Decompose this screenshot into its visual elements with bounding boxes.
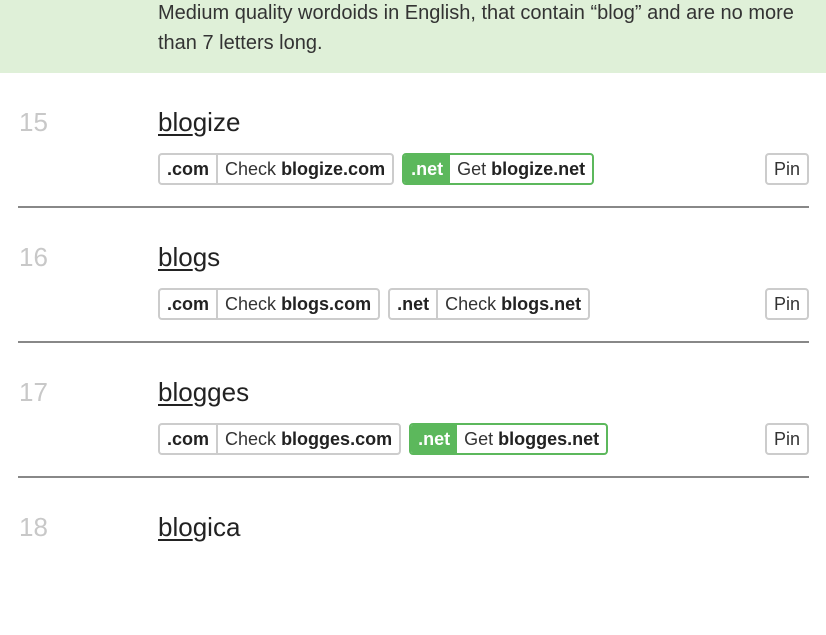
- entry-divider: [18, 476, 809, 478]
- domain-list: .com Check blogize.com .net Get blogize.…: [158, 153, 595, 185]
- word-highlight: blo: [158, 512, 193, 542]
- word-rest: gize: [192, 107, 241, 137]
- entry-divider: [18, 341, 809, 343]
- entry-number: 17: [19, 377, 48, 407]
- domain-net-button[interactable]: .net Get blogges.net: [409, 423, 609, 455]
- domain-action: Get blogges.net: [464, 429, 600, 449]
- tld-label: .net: [411, 425, 458, 453]
- domain-com-button[interactable]: .com Check blogges.com: [158, 423, 402, 455]
- tld-label: .net: [390, 290, 439, 318]
- entry-word[interactable]: blogs: [158, 242, 220, 272]
- entry-number: 16: [19, 242, 48, 272]
- word-rest: gs: [192, 242, 221, 272]
- entry-number: 15: [19, 107, 48, 137]
- word-rest: gica: [192, 512, 241, 542]
- pin-button[interactable]: Pin: [765, 153, 809, 185]
- tld-label: .com: [160, 290, 219, 318]
- domain-action: Check blogs.net: [445, 294, 582, 314]
- description-banner: Medium quality wordoids in English, that…: [0, 0, 826, 73]
- domain-com-button[interactable]: .com Check blogize.com: [158, 153, 395, 185]
- domain-net-button[interactable]: .net Check blogs.net: [388, 288, 591, 320]
- word-highlight: blo: [158, 377, 193, 407]
- pin-button[interactable]: Pin: [765, 288, 809, 320]
- word-highlight: blo: [158, 242, 193, 272]
- entry-number: 18: [19, 512, 48, 542]
- word-rest: gges: [192, 377, 250, 407]
- wordoid-entry: 18 blogica: [0, 500, 826, 635]
- domain-action: Check blogs.com: [225, 294, 372, 314]
- wordoid-entry: 17 blogges .com Check blogges.com .net G…: [0, 365, 826, 500]
- entry-word[interactable]: blogize: [158, 107, 240, 137]
- domain-com-button[interactable]: .com Check blogs.com: [158, 288, 381, 320]
- banner-text: Medium quality wordoids in English, that…: [158, 2, 794, 54]
- domain-list: .com Check blogges.com .net Get blogges.…: [158, 423, 609, 455]
- wordoid-entry: 15 blogize .com Check blogize.com .net G…: [0, 95, 826, 230]
- tld-label: .net: [404, 155, 451, 183]
- domain-net-button[interactable]: .net Get blogize.net: [402, 153, 595, 185]
- domain-action: Get blogize.net: [457, 159, 586, 179]
- entry-word[interactable]: blogica: [158, 512, 240, 542]
- domain-action: Check blogges.com: [225, 429, 393, 449]
- wordoid-entry: 16 blogs .com Check blogs.com .net Check…: [0, 230, 826, 365]
- pin-button[interactable]: Pin: [765, 423, 809, 455]
- entry-word[interactable]: blogges: [158, 377, 249, 407]
- tld-label: .com: [160, 155, 219, 183]
- word-highlight: blo: [158, 107, 193, 137]
- entry-divider: [18, 206, 809, 208]
- tld-label: .com: [160, 425, 219, 453]
- domain-action: Check blogize.com: [225, 159, 386, 179]
- domain-list: .com Check blogs.com .net Check blogs.ne…: [158, 288, 591, 320]
